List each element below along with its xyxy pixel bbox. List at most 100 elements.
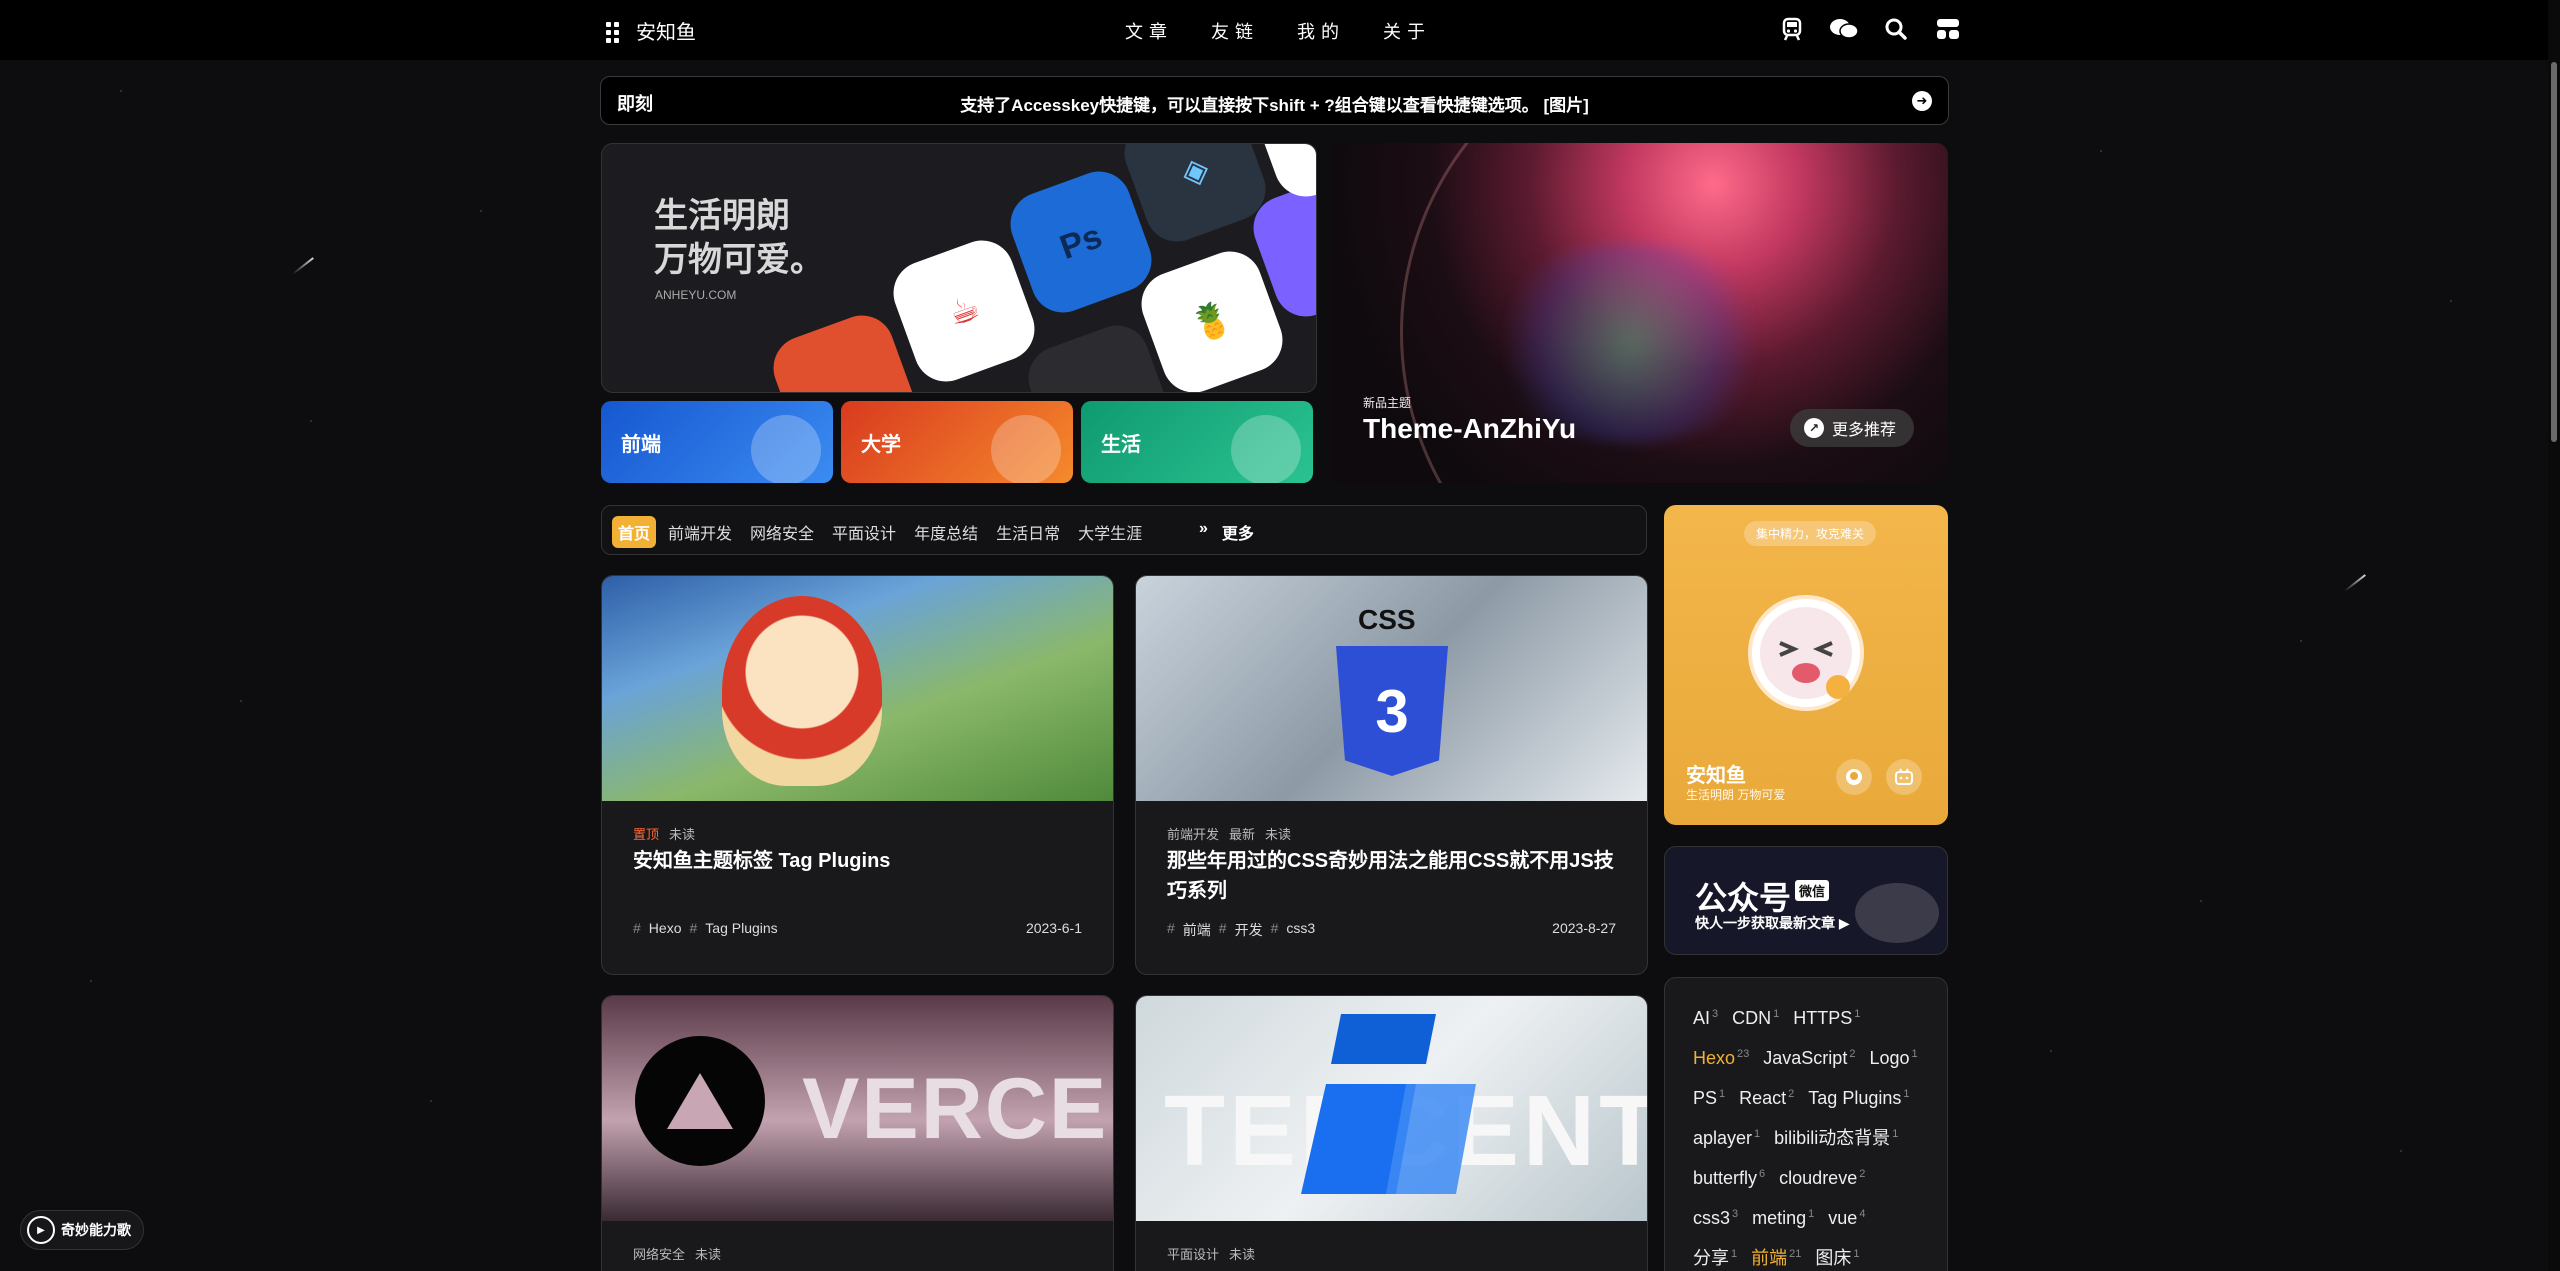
tag-count: 1 [1719,1088,1726,1100]
category-tile-label: 大学 [861,434,901,456]
category-graphic-design[interactable]: 平面设计 [826,516,902,548]
category-daily-life[interactable]: 生活日常 [990,516,1066,548]
site-brand[interactable]: 安知鱼 [606,16,696,45]
post-card[interactable]: 3 CSS 前端开发 最新 未读 那些年用过的CSS奇妙用法之能用CSS就不用J… [1135,575,1648,975]
post-cover-image[interactable]: 3 CSS [1136,576,1647,801]
music-title: 奇妙能力歌 [61,1222,131,1238]
hash-icon: # [1218,920,1227,936]
console-icon[interactable] [1932,16,1964,42]
tag-cloud-item[interactable]: JavaScript 2 [1763,1040,1855,1072]
hero-banner[interactable]: 生活明朗 万物可爱。 ANHEYU.COM ☕ Ps ◈ 🍍 [601,143,1317,393]
category-tile-label: 生活 [1101,434,1141,456]
post-cover-image[interactable] [602,576,1113,801]
post-meta: 置顶 未读 [633,824,695,843]
category-tile-university[interactable]: 大学 [841,401,1073,483]
tag-cloud-item[interactable]: PS 1 [1693,1080,1725,1112]
tencent-cloud-logo-icon [1286,1004,1486,1204]
post-card[interactable]: 置顶 未读 安知鱼主题标签 Tag Plugins # Hexo # Tag Plu… [601,575,1114,975]
post-date: 2023-6-1 [1025,920,1082,936]
post-title[interactable]: 安知鱼主题标签 Tag Plugins [633,846,1083,876]
category-network-security[interactable]: 网络安全 [744,516,820,548]
css3-logo-icon: 3 [1336,646,1448,776]
github-icon[interactable] [1836,759,1872,795]
main-menu: 文章 友链 我的 关于 [1125,18,1431,44]
author-name: 安知鱼 [1686,765,1746,787]
tag-cloud-item[interactable]: 前端 21 [1751,1240,1801,1271]
tag-cloud-item[interactable]: vue 4 [1828,1200,1865,1232]
page-scrollbar[interactable] [2548,0,2560,1271]
arrow-right-icon[interactable]: ➜ [1912,91,1932,111]
tag-name: React [1739,1088,1787,1108]
post-tag[interactable]: Hexo [649,920,682,936]
tag-cloud-item[interactable]: Hexo 23 [1693,1040,1749,1072]
tag-count: 1 [1911,1048,1918,1060]
tag-count: 2 [1849,1048,1856,1060]
tag-cloud-item[interactable]: AI 3 [1693,1000,1718,1032]
post-card[interactable]: TENCENT 平面设计 未读 [1135,995,1648,1271]
hash-icon: # [1167,920,1175,936]
chat-icon[interactable] [1828,16,1860,42]
tag-cloud-item[interactable]: 分享 1 [1693,1240,1737,1271]
tag-name: Logo [1869,1048,1910,1068]
tag-cloud-item[interactable]: Tag Plugins 1 [1808,1080,1909,1112]
tag-cloud-item[interactable]: HTTPS 1 [1793,1000,1860,1032]
post-tag[interactable]: Tag Plugins [705,920,777,936]
scrollbar-thumb[interactable] [2551,62,2557,442]
post-cover-image[interactable]: TENCENT [1136,996,1647,1221]
menu-item-mine[interactable]: 我的 [1297,18,1345,44]
author-card: 集中精力，攻克难关 安知鱼 生活明朗 万物可爱 [1664,505,1948,825]
post-tag[interactable]: css3 [1286,920,1315,940]
menu-item-about[interactable]: 关于 [1383,18,1431,44]
tag-cloud-item[interactable]: 图床 1 [1815,1240,1859,1271]
post-category-label[interactable]: 平面设计 [1167,1244,1219,1263]
tag-name: cloudreve [1779,1168,1858,1188]
tag-cloud-item[interactable]: meting 1 [1752,1200,1814,1232]
avatar[interactable] [1748,595,1864,711]
post-category-label[interactable]: 网络安全 [633,1244,685,1263]
bulletin-bar[interactable]: 即刻 支持了Accesskey快捷键，可以直接按下shift + ?组合键以查看… [600,76,1949,125]
tag-cloud-item[interactable]: Logo 1 [1869,1040,1917,1072]
tag-cloud-item[interactable]: butterfly 6 [1693,1160,1765,1192]
tag-name: meting [1752,1208,1807,1228]
music-player[interactable]: ▶ 奇妙能力歌 [20,1210,144,1250]
featured-banner[interactable]: 新品主题 Theme-AnZhiYu ↗ 更多推荐 [1330,143,1948,483]
tag-cloud-item[interactable]: bilibili动态背景 1 [1774,1120,1898,1152]
category-tile-life[interactable]: 生活 [1081,401,1313,483]
post-card[interactable]: VERCEL 网络安全 未读 [601,995,1114,1271]
author-motto: 集中精力，攻克难关 [1744,521,1877,546]
arrow-up-right-icon: ↗ [1803,418,1824,438]
tag-cloud-item[interactable]: CDN 1 [1732,1000,1779,1032]
category-more-button[interactable]: » 更多 [1199,520,1254,544]
tag-cloud-item[interactable]: React 2 [1739,1080,1794,1112]
tag-cloud-item[interactable]: cloudreve 2 [1779,1160,1865,1192]
featured-title[interactable]: Theme-AnZhiYu [1363,413,1576,445]
post-cover-image[interactable]: VERCEL [602,996,1113,1221]
bulletin-message[interactable]: 支持了Accesskey快捷键，可以直接按下shift + ?组合键以查看快捷键… [601,91,1948,116]
tag-cloud-item[interactable]: aplayer 1 [1693,1120,1760,1152]
apps-grid-icon[interactable] [606,21,622,43]
hash-icon: # [689,920,698,936]
more-recommend-button[interactable]: ↗ 更多推荐 [1789,409,1914,447]
bilibili-icon[interactable] [1886,759,1922,795]
tag-cloud-item[interactable]: css3 3 [1693,1200,1738,1232]
category-tile-frontend[interactable]: 前端 [601,401,833,483]
category-university-life[interactable]: 大学生涯 [1072,516,1148,548]
category-annual-summary[interactable]: 年度总结 [908,516,984,548]
category-home[interactable]: 首页 [612,516,657,548]
post-category-label[interactable]: 前端开发 [1167,824,1219,843]
wechat-official-account-card[interactable]: 公众号 微信 快人一步获取最新文章 ▶ [1664,846,1948,955]
category-frontend-dev[interactable]: 前端开发 [662,516,738,548]
post-tag[interactable]: 前端 [1183,920,1211,940]
menu-item-friends[interactable]: 友链 [1211,18,1259,44]
brand-name[interactable]: 安知鱼 [636,16,696,45]
tag-count: 1 [1853,1248,1860,1260]
menu-item-articles[interactable]: 文章 [1125,18,1173,44]
tag-name: 前端 [1751,1248,1788,1268]
tag-name: HTTPS [1793,1008,1853,1028]
search-icon[interactable] [1880,16,1912,42]
subway-icon[interactable] [1776,16,1808,42]
post-title[interactable]: 那些年用过的CSS奇妙用法之能用CSS就不用JS技巧系列 [1167,846,1617,906]
post-tag[interactable]: 开发 [1235,920,1263,940]
play-icon[interactable]: ▶ [27,1216,55,1244]
tag-count: 23 [1737,1048,1750,1060]
